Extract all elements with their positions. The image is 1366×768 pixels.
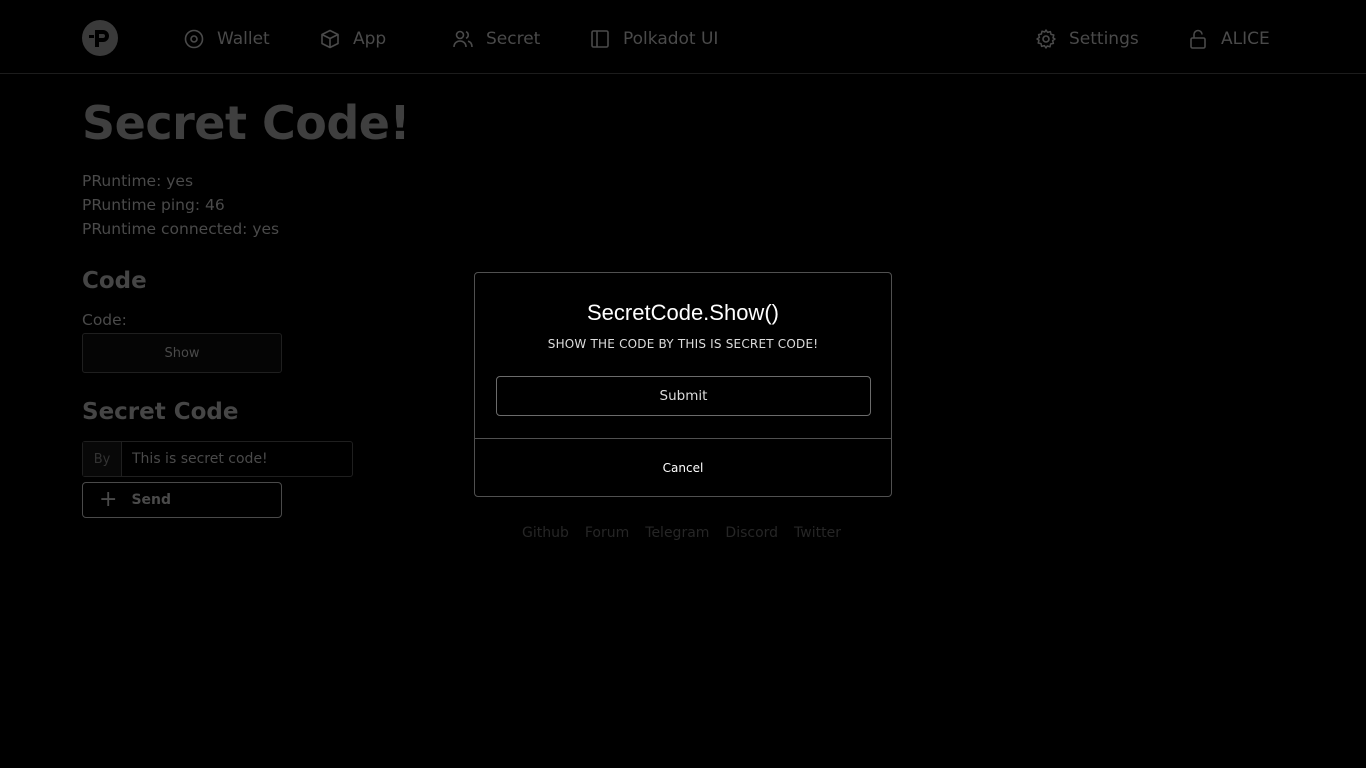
- cancel-button[interactable]: Cancel: [475, 439, 891, 496]
- top-nav-bar: Wallet App Secret Polkadot UI Settings A…: [0, 0, 1366, 74]
- nav-account[interactable]: ALICE: [1187, 26, 1270, 52]
- code-section-title: Code: [82, 268, 147, 294]
- secret-code-show-modal: SecretCode.Show() SHOW THE CODE BY THIS …: [474, 272, 892, 497]
- by-addon-label: By: [83, 442, 122, 476]
- users-icon: [453, 30, 473, 48]
- send-button[interactable]: + Send: [82, 482, 282, 518]
- modal-title: SecretCode.Show(): [587, 300, 779, 325]
- footer-link-discord[interactable]: Discord: [725, 525, 778, 541]
- plus-icon: +: [99, 487, 118, 512]
- send-button-label: Send: [131, 492, 172, 508]
- code-label: Code:: [82, 311, 127, 329]
- nav-settings-label: Settings: [1069, 29, 1139, 49]
- secret-code-input-group: By: [82, 441, 353, 477]
- nav-app-label: App: [353, 29, 387, 49]
- status-pruntime-connected: PRuntime connected: yes: [82, 220, 280, 238]
- nav-secret-label: Secret: [486, 29, 541, 49]
- nav-wallet-label: Wallet: [217, 29, 270, 49]
- nav-settings[interactable]: Settings: [1035, 26, 1139, 52]
- secret-code-section-title: Secret Code: [82, 399, 239, 425]
- gear-icon: [1036, 29, 1056, 49]
- nav-wallet[interactable]: Wallet: [183, 26, 270, 52]
- footer-link-github[interactable]: Github: [522, 525, 569, 541]
- status-pruntime-ping: PRuntime ping: 46: [82, 196, 225, 214]
- modal-subtitle: SHOW THE CODE BY THIS IS SECRET CODE!: [547, 337, 819, 351]
- show-button[interactable]: Show: [82, 333, 282, 373]
- nav-secret[interactable]: Secret: [452, 26, 540, 52]
- page-title: Secret Code!: [82, 96, 410, 150]
- nav-polkadot-ui[interactable]: Polkadot UI: [589, 26, 718, 52]
- secret-code-input[interactable]: [122, 442, 352, 476]
- nav-account-label: ALICE: [1221, 29, 1270, 49]
- phala-logo-icon[interactable]: [82, 20, 118, 56]
- footer-link-forum[interactable]: Forum: [585, 525, 629, 541]
- cube-icon: [321, 29, 339, 49]
- wallet-icon: [184, 29, 204, 49]
- footer-links: Github Forum Telegram Discord Twitter: [522, 525, 841, 541]
- status-pruntime: PRuntime: yes: [82, 172, 194, 190]
- footer-link-telegram[interactable]: Telegram: [645, 525, 709, 541]
- lock-open-icon: [1190, 29, 1206, 49]
- sidebar-icon: [591, 30, 609, 48]
- footer-link-twitter[interactable]: Twitter: [794, 525, 841, 541]
- nav-polkadot-label: Polkadot UI: [623, 29, 719, 49]
- nav-app[interactable]: App: [319, 26, 386, 52]
- submit-button[interactable]: Submit: [496, 376, 871, 416]
